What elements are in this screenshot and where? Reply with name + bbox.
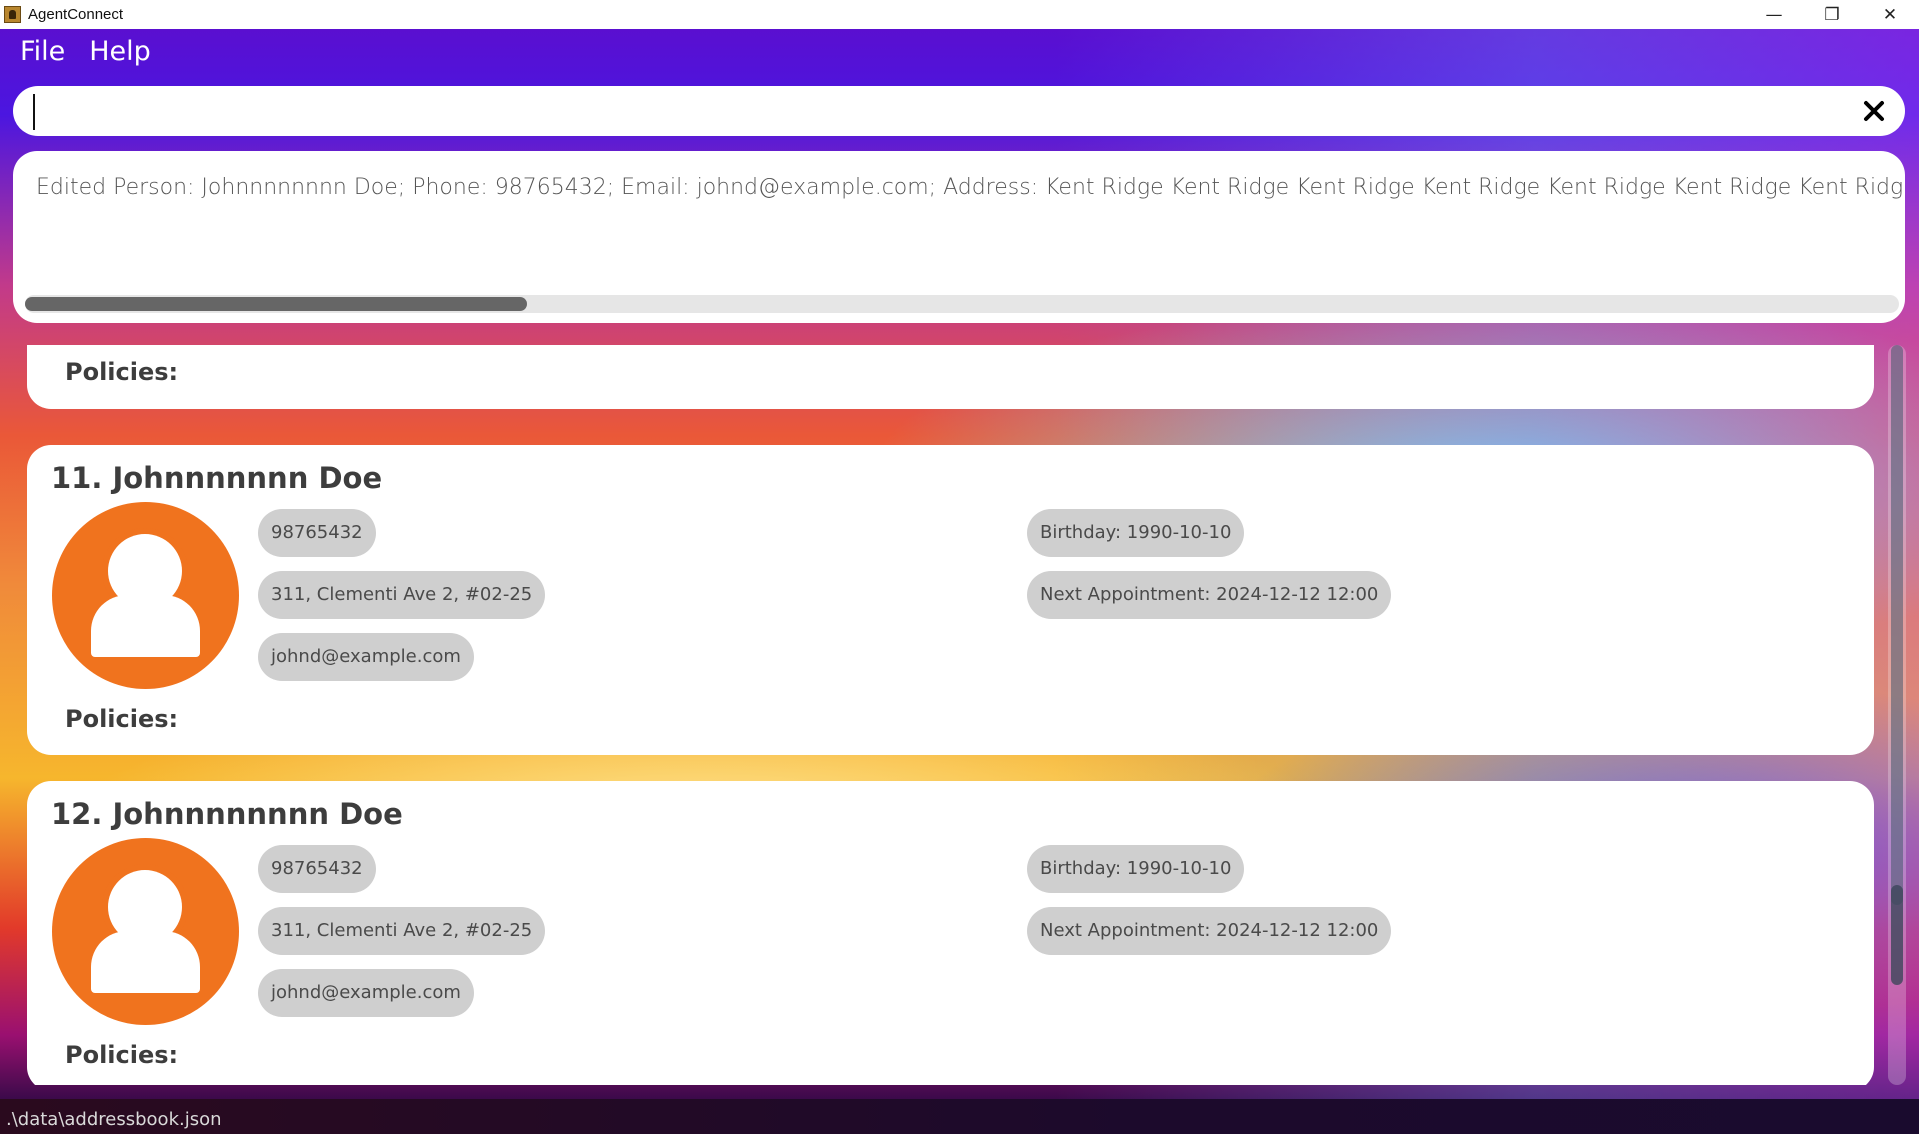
person-card[interactable]: 12. Johnnnnnnnn Doe 98765432 311, Clemen… [27, 781, 1874, 1085]
result-display: Edited Person: Johnnnnnnnn Doe; Phone: 9… [13, 151, 1905, 323]
window-title: AgentConnect [28, 6, 124, 23]
avatar-body [91, 931, 200, 993]
list-scroll-track-fill [1891, 345, 1903, 905]
person-name: 12. Johnnnnnnnn Doe [51, 797, 403, 831]
clear-command-button[interactable] [1857, 94, 1891, 128]
title-bar: AgentConnect — ❐ ✕ [0, 0, 1919, 30]
person-list: Policies: 11. Johnnnnnnn Doe 98765432 31… [0, 345, 1919, 1085]
minimize-button[interactable]: — [1745, 0, 1803, 29]
menu-file[interactable]: File [20, 36, 65, 67]
email-tag: johnd@example.com [258, 633, 474, 681]
policies-label: Policies: [65, 1041, 179, 1069]
birthday-tag: Birthday: 1990-10-10 [1027, 845, 1245, 893]
close-button[interactable]: ✕ [1861, 0, 1919, 29]
result-horizontal-scrollbar[interactable] [25, 295, 1899, 313]
email-tag: johnd@example.com [258, 969, 474, 1017]
avatar-body [91, 595, 200, 657]
status-bar: .\data\addressbook.json [0, 1099, 1919, 1134]
phone-tag: 98765432 [258, 509, 376, 557]
app-icon [4, 6, 21, 23]
list-vertical-scrollbar[interactable] [1888, 345, 1906, 1085]
avatar [52, 838, 239, 1025]
result-text: Edited Person: Johnnnnnnnn Doe; Phone: 9… [36, 175, 1905, 200]
appointment-tag: Next Appointment: 2024-12-12 12:00 [1027, 571, 1392, 619]
restore-button[interactable]: ❐ [1803, 0, 1861, 29]
birthday-tag: Birthday: 1990-10-10 [1027, 509, 1245, 557]
window-controls: — ❐ ✕ [1745, 0, 1919, 29]
policies-label: Policies: [65, 358, 179, 386]
person-card-previous[interactable]: Policies: [27, 345, 1874, 409]
menu-bar: File Help [20, 36, 151, 67]
appointment-tag: Next Appointment: 2024-12-12 12:00 [1027, 907, 1392, 955]
address-tag: 311, Clementi Ave 2, #02-25 [258, 571, 546, 619]
data-file-path: .\data\addressbook.json [6, 1109, 222, 1130]
command-input[interactable] [33, 94, 1861, 130]
close-icon [1864, 101, 1884, 121]
list-scroll-thumb[interactable] [1891, 885, 1903, 985]
menu-help[interactable]: Help [89, 36, 151, 67]
address-tag: 311, Clementi Ave 2, #02-25 [258, 907, 546, 955]
avatar [52, 502, 239, 689]
result-scroll-thumb[interactable] [25, 297, 527, 311]
person-card[interactable]: 11. Johnnnnnnn Doe 98765432 311, Clement… [27, 445, 1874, 755]
person-name: 11. Johnnnnnnn Doe [51, 461, 383, 495]
phone-tag: 98765432 [258, 845, 376, 893]
policies-label: Policies: [65, 705, 179, 733]
command-box [13, 86, 1905, 136]
